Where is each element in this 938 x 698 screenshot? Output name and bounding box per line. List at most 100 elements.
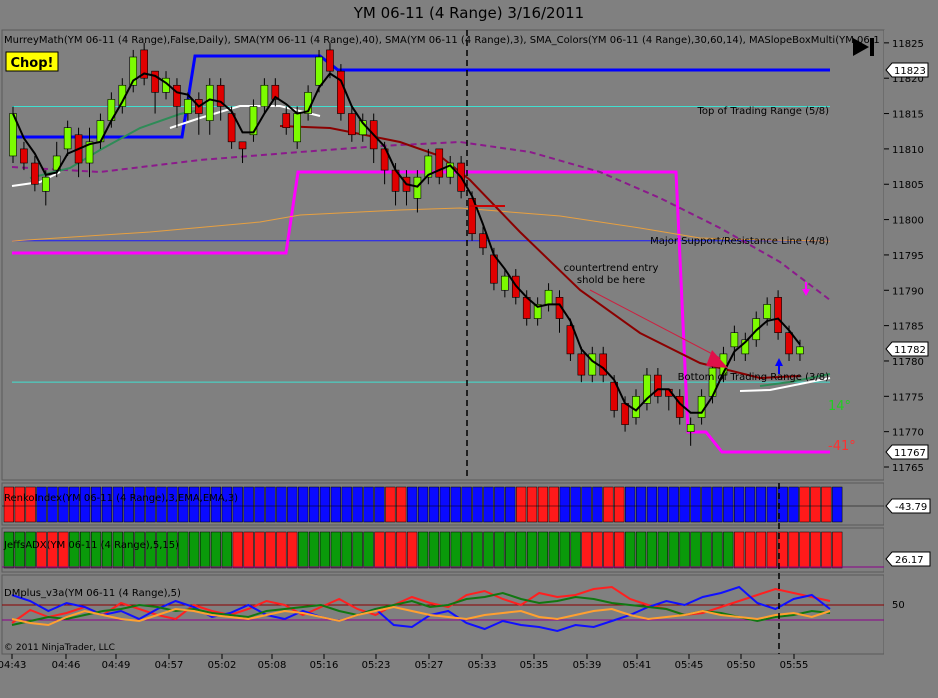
adx-bar [232, 531, 243, 569]
adx-bar [548, 531, 559, 569]
price-tick-label: 11770 [892, 428, 924, 439]
adx-bar [788, 531, 799, 569]
candle-body [621, 403, 629, 425]
renko-bar [581, 486, 592, 523]
renko-bar [341, 486, 352, 523]
adx-bar [363, 531, 374, 569]
time-tick-label: 05:23 [362, 660, 391, 671]
candle-body [763, 304, 771, 319]
slope-label-red: -41° [828, 439, 856, 454]
renko-bar [363, 486, 374, 523]
svg-text:-43.79: -43.79 [895, 502, 927, 513]
renko-bar [374, 486, 385, 523]
renko-label: RenkoIndex(YM 06-11 (4 Range),3,EMA,EMA,… [4, 493, 238, 504]
renko-bar [254, 486, 265, 523]
adx-bar [712, 531, 723, 569]
time-tick-label: 05:41 [623, 660, 652, 671]
renko-bar [450, 486, 461, 523]
adx-bar [625, 531, 636, 569]
adx-bar [635, 531, 647, 569]
adx-bar [461, 531, 472, 569]
renko-bar [723, 486, 734, 523]
renko-bar [461, 486, 472, 523]
renko-bar [385, 486, 396, 523]
adx-bar [385, 531, 396, 569]
adx-bar [243, 531, 254, 569]
renko-bar [559, 486, 570, 523]
adx-bar [352, 531, 363, 569]
adx-bar [646, 531, 658, 569]
candle-body [796, 346, 804, 355]
adx-bar [450, 531, 461, 569]
renko-bar [287, 486, 298, 523]
adx-bar [755, 531, 767, 569]
price-tick-label: 11815 [892, 110, 924, 121]
adx-bar [428, 531, 440, 569]
renko-bar [319, 486, 331, 523]
candle-body [315, 56, 323, 86]
slope-label-green: 14° [828, 399, 851, 414]
time-tick-label: 04:43 [0, 660, 26, 671]
candle-body [654, 374, 662, 397]
time-tick-label: 04:57 [155, 660, 184, 671]
major-sr-label: Major Support/Resistance Line (4/8) [650, 236, 829, 247]
time-tick-label: 04:46 [52, 660, 81, 671]
candle-body [785, 332, 793, 355]
candle-body [282, 113, 291, 128]
time-tick-label: 05:33 [468, 660, 497, 671]
dm-panel-bg [1, 574, 885, 655]
svg-text:26.17: 26.17 [895, 555, 924, 566]
price-tag-value: 11782 [894, 345, 926, 356]
candle-body [686, 424, 695, 432]
adx-bar [679, 531, 690, 569]
renko-bar [352, 486, 363, 523]
renko-bar [243, 486, 254, 523]
renko-bar [505, 486, 516, 523]
renko-bar [690, 486, 701, 523]
renko-bar [766, 486, 777, 523]
adx-bar [744, 531, 756, 569]
candle-body [173, 84, 181, 107]
adx-bar [614, 531, 625, 569]
time-tick-label: 04:49 [102, 660, 131, 671]
candle-body [730, 332, 739, 348]
candle-body [697, 396, 706, 418]
adx-bar [199, 531, 211, 569]
price-panel-bg [1, 29, 885, 481]
adx-bar [483, 531, 494, 569]
time-tick-label: 05:39 [573, 660, 602, 671]
price-tick-label: 11775 [892, 392, 924, 403]
renko-bar [308, 486, 320, 523]
adx-bar [210, 531, 222, 569]
adx-bar [799, 531, 810, 569]
copyright: © 2011 NinjaTrader, LLC [4, 643, 115, 653]
renko-bar [417, 486, 429, 523]
chart-canvas[interactable]: 1182511820118151181011805118001179511790… [0, 28, 938, 698]
candle-body [337, 70, 345, 114]
candle-body [41, 176, 50, 192]
time-tick-label: 05:35 [520, 660, 549, 671]
renko-value-tag: -43.79 [885, 498, 931, 514]
adx-bar [396, 531, 407, 569]
renko-bar [734, 486, 745, 523]
price-tick-label: 11795 [892, 251, 924, 262]
renko-bar [276, 486, 287, 523]
candle-body [184, 99, 192, 114]
candle-body [348, 113, 356, 136]
renko-bar [788, 486, 799, 523]
title-bar: YM 06-11 (4 Range) 3/16/2011 [0, 0, 938, 28]
time-tick-label: 05:55 [780, 660, 809, 671]
price-tick-label: 11780 [892, 357, 924, 368]
renko-bar [635, 486, 647, 523]
renko-bar [810, 486, 821, 523]
bottom-range-label: Bottom of Trading Range (3/8) [678, 372, 829, 383]
renko-bar [570, 486, 581, 523]
candle-body [20, 148, 28, 164]
candle-body [435, 148, 444, 178]
renko-bar [265, 486, 276, 523]
adx-bar [581, 531, 592, 569]
renko-bar [832, 486, 843, 523]
adx-bar [723, 531, 734, 569]
renko-bar [548, 486, 559, 523]
time-axis: 04:43 04:46 04:49 04:57 05:02 05:08 05:16 05:23… [0, 654, 808, 671]
